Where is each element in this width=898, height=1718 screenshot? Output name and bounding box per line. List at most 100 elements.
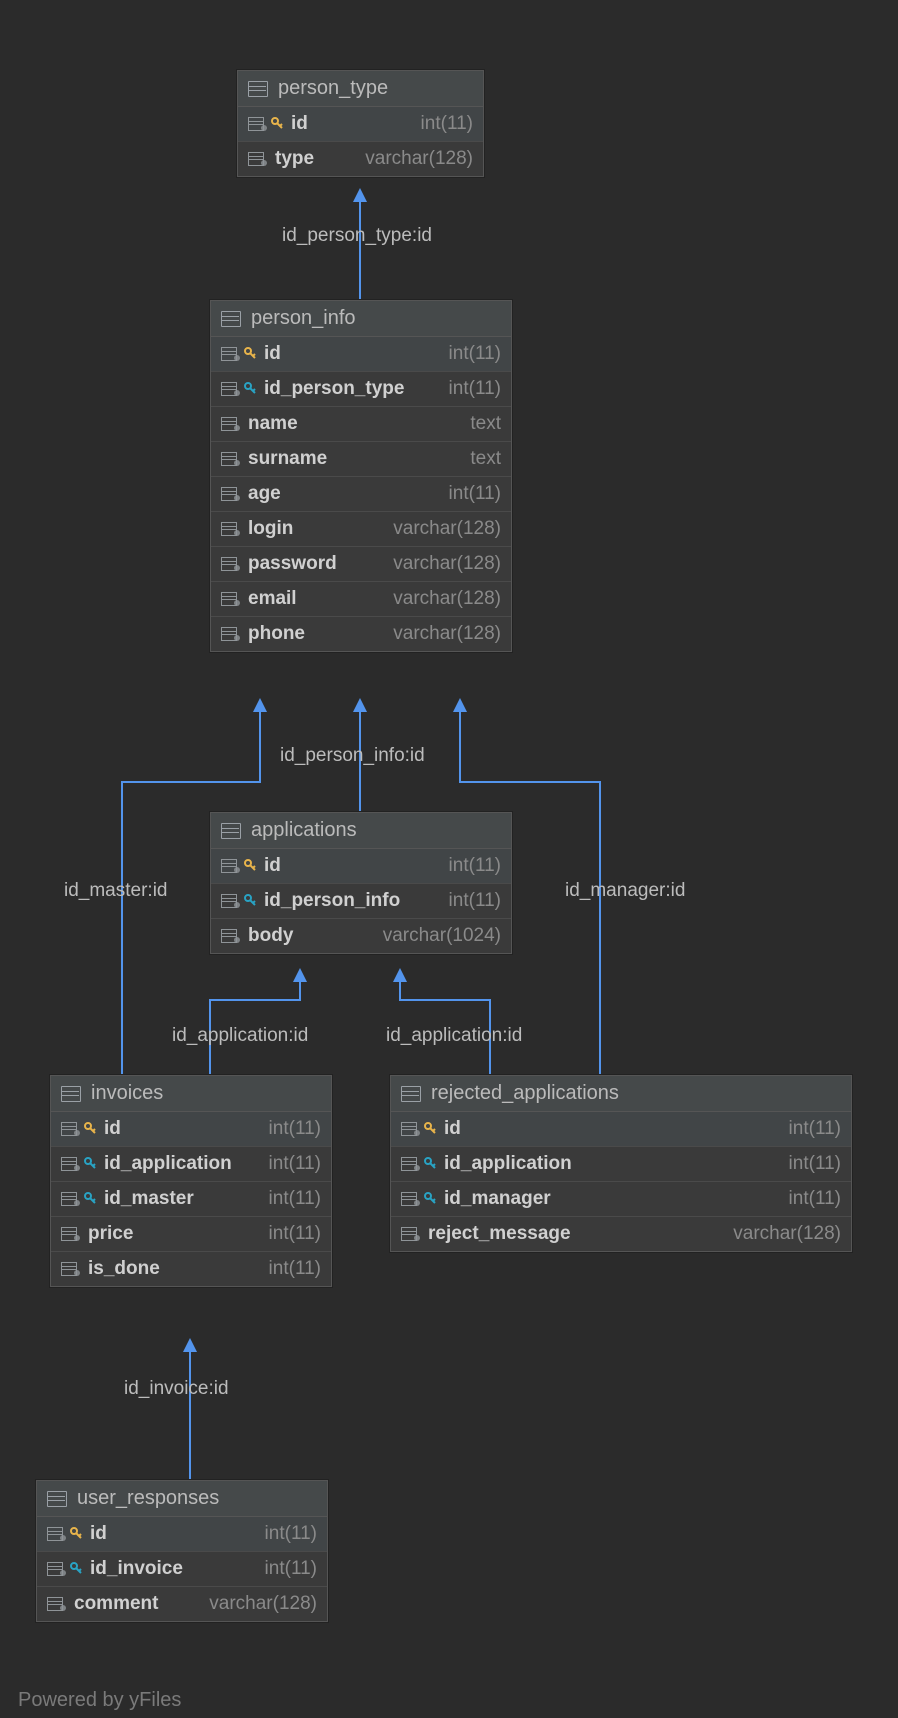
- column-icon: [221, 592, 240, 606]
- column-row[interactable]: id_applicationint(11): [51, 1146, 331, 1181]
- column-type: int(11): [269, 1258, 321, 1280]
- column-name: reject_message: [428, 1223, 571, 1245]
- column-row[interactable]: commentvarchar(128): [37, 1586, 327, 1621]
- column-type: varchar(128): [393, 518, 501, 540]
- table-header[interactable]: person_info: [211, 301, 511, 337]
- column-type: varchar(1024): [383, 925, 501, 947]
- column-name: comment: [74, 1593, 158, 1615]
- column-row[interactable]: id_application int(11): [391, 1146, 851, 1181]
- column-icon: [61, 1192, 80, 1206]
- column-type: int(11): [449, 343, 501, 365]
- column-row[interactable]: idint(11): [51, 1112, 331, 1146]
- column-name: age: [248, 483, 281, 505]
- column-name: id: [264, 855, 281, 877]
- column-type: int(11): [269, 1188, 321, 1210]
- table-person_type[interactable]: person_type idint(11) type varchar(128): [237, 70, 484, 177]
- column-type: text: [470, 413, 501, 435]
- table-icon: [221, 310, 241, 328]
- column-row[interactable]: id_person_info int(11): [211, 883, 511, 918]
- column-type: varchar(128): [365, 148, 473, 170]
- column-row[interactable]: login varchar(128): [211, 511, 511, 546]
- column-row[interactable]: passwordvarchar(128): [211, 546, 511, 581]
- column-icon: [401, 1227, 420, 1241]
- table-name: user_responses: [77, 1487, 219, 1510]
- column-row[interactable]: idint(11): [238, 107, 483, 141]
- column-row[interactable]: idint(11): [391, 1112, 851, 1146]
- column-name: password: [248, 553, 337, 575]
- column-type: int(11): [269, 1223, 321, 1245]
- column-icon: [47, 1597, 66, 1611]
- table-icon: [61, 1085, 81, 1103]
- table-name: invoices: [91, 1082, 163, 1105]
- fk-key-icon: [70, 1562, 82, 1576]
- column-name: id_master: [104, 1188, 194, 1210]
- column-type: int(11): [449, 855, 501, 877]
- column-type: varchar(128): [393, 623, 501, 645]
- fk-key-icon: [244, 894, 256, 908]
- column-icon: [47, 1562, 66, 1576]
- column-row[interactable]: id_person_typeint(11): [211, 371, 511, 406]
- column-row[interactable]: emailvarchar(128): [211, 581, 511, 616]
- column-icon: [401, 1122, 420, 1136]
- column-name: type: [275, 148, 314, 170]
- table-rejected_applications[interactable]: rejected_applicationsidint(11)id_applica…: [390, 1075, 852, 1252]
- column-name: id_application: [444, 1153, 572, 1175]
- column-row[interactable]: reject_messagevarchar(128): [391, 1216, 851, 1251]
- column-row[interactable]: name text: [211, 406, 511, 441]
- column-row[interactable]: price int(11): [51, 1216, 331, 1251]
- column-row[interactable]: surname text: [211, 441, 511, 476]
- pk-key-icon: [424, 1122, 436, 1136]
- column-row[interactable]: id_managerint(11): [391, 1181, 851, 1216]
- column-name: id_person_type: [264, 378, 404, 400]
- fk-key-icon: [84, 1192, 96, 1206]
- fk-key-icon: [244, 382, 256, 396]
- table-user_responses[interactable]: user_responses idint(11)id_invoiceint(11)…: [36, 1480, 328, 1622]
- column-row[interactable]: age int(11): [211, 476, 511, 511]
- column-row[interactable]: phone varchar(128): [211, 616, 511, 651]
- column-row[interactable]: is_doneint(11): [51, 1251, 331, 1286]
- edge-label: id_person_type:id: [282, 225, 432, 247]
- table-header[interactable]: person_type: [238, 71, 483, 107]
- edge-label: id_master:id: [64, 880, 168, 902]
- footer-credit: Powered by yFiles: [18, 1689, 181, 1712]
- column-type: text: [470, 448, 501, 470]
- column-name: login: [248, 518, 293, 540]
- column-name: id: [444, 1118, 461, 1140]
- table-name: applications: [251, 819, 357, 842]
- column-row[interactable]: bodyvarchar(1024): [211, 918, 511, 953]
- column-name: name: [248, 413, 298, 435]
- table-header[interactable]: rejected_applications: [391, 1076, 851, 1112]
- column-icon: [401, 1192, 420, 1206]
- edge-label: id_application:id: [172, 1025, 308, 1047]
- table-header[interactable]: invoices: [51, 1076, 331, 1112]
- column-name: id_person_info: [264, 890, 400, 912]
- diagram-canvas[interactable]: person_typeid int(11) type varchar(128) pers…: [0, 0, 898, 1718]
- table-invoices[interactable]: invoicesidint(11)id_applicationint(11)id…: [50, 1075, 332, 1287]
- column-type: int(11): [449, 890, 501, 912]
- column-row[interactable]: id_invoiceint(11): [37, 1551, 327, 1586]
- table-name: person_type: [278, 77, 388, 100]
- table-person_info[interactable]: person_infoidint(11)id_person_typeint(11…: [210, 300, 512, 652]
- column-icon: [221, 894, 240, 908]
- column-icon: [248, 117, 267, 131]
- column-icon: [221, 382, 240, 396]
- column-name: surname: [248, 448, 327, 470]
- column-name: phone: [248, 623, 305, 645]
- column-row[interactable]: idint(11): [211, 337, 511, 371]
- fk-key-icon: [424, 1157, 436, 1171]
- column-name: price: [88, 1223, 133, 1245]
- table-header[interactable]: user_responses: [37, 1481, 327, 1517]
- table-applications[interactable]: applications id int(11) id_person_info int(1…: [210, 812, 512, 954]
- column-row[interactable]: id_master int(11): [51, 1181, 331, 1216]
- column-icon: [221, 557, 240, 571]
- column-type: int(11): [269, 1153, 321, 1175]
- column-name: id_manager: [444, 1188, 551, 1210]
- column-row[interactable]: idint(11): [37, 1517, 327, 1551]
- column-icon: [61, 1227, 80, 1241]
- table-header[interactable]: applications: [211, 813, 511, 849]
- column-row[interactable]: id int(11): [211, 849, 511, 883]
- column-row[interactable]: type varchar(128): [238, 141, 483, 176]
- column-type: int(11): [789, 1153, 841, 1175]
- column-type: int(11): [449, 483, 501, 505]
- column-name: id: [90, 1523, 107, 1545]
